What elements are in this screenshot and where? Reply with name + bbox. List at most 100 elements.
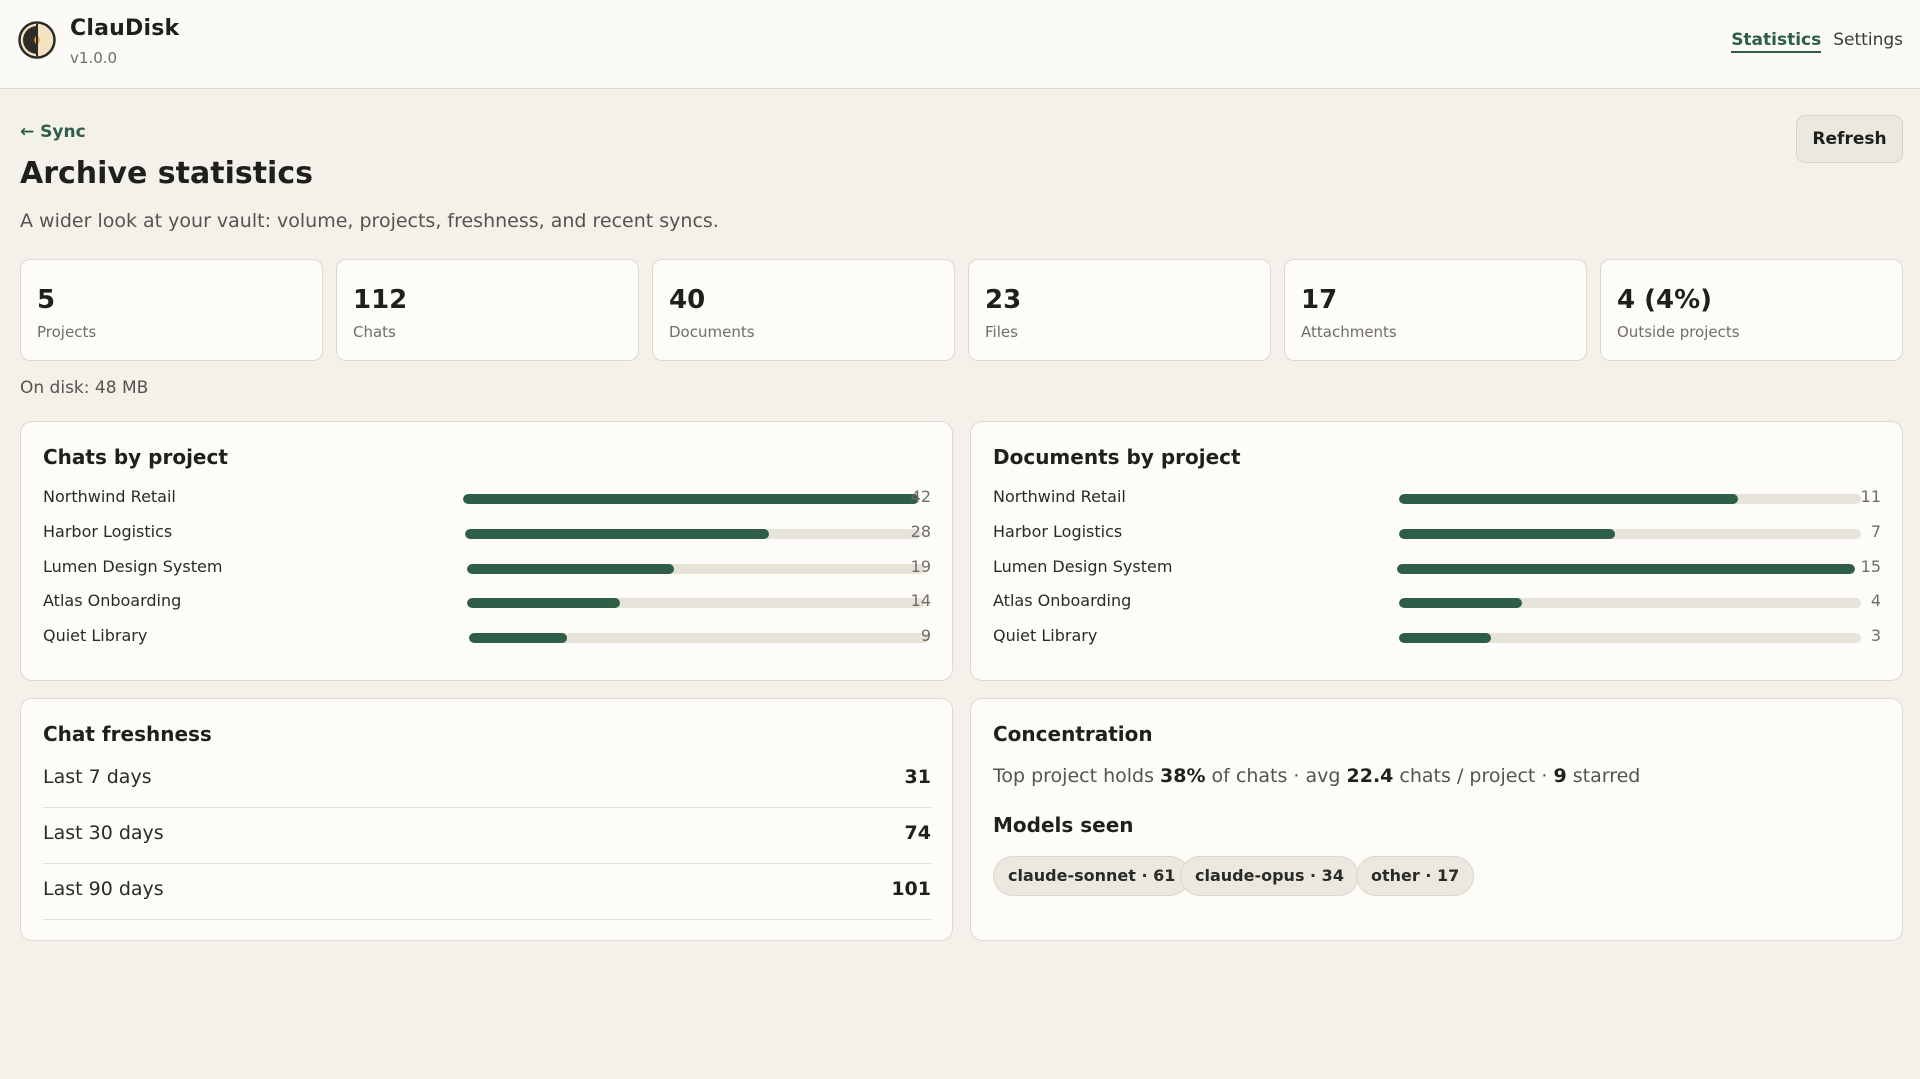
app-name: ClauDisk [70,16,180,41]
stat-card-documents: 40 Documents [652,259,955,361]
stat-label: Projects [37,323,97,341]
project-count: 11 [1860,487,1881,506]
project-name: Northwind Retail [993,487,1126,506]
project-bar-row: Harbor Logistics 28 [43,522,953,546]
bar-track [467,598,925,608]
top-nav: Statistics Settings [1731,30,1903,53]
project-count: 14 [910,591,931,610]
bar-fill [467,564,675,574]
documents-by-project-panel: Documents by project Northwind Retail 11… [970,421,1903,681]
project-name: Quiet Library [993,626,1098,645]
freshness-label: Last 90 days [43,878,164,900]
bar-fill [469,633,568,643]
project-count: 42 [910,487,931,506]
project-name: Quiet Library [43,626,148,645]
freshness-value: 74 [904,822,931,844]
project-count: 9 [920,626,931,645]
bar-track [1399,598,1861,608]
top-bar: ClauDisk v1.0.0 Statistics Settings [0,0,1920,89]
project-bar-row: Northwind Retail 42 [43,487,953,511]
project-count: 19 [910,557,931,576]
chats-by-project-panel: Chats by project Northwind Retail 42 Har… [20,421,953,681]
bar-fill [1399,598,1523,608]
models-seen-title: Models seen [993,813,1134,837]
project-bar-row: Northwind Retail 11 [993,487,1903,511]
bar-track [469,633,929,643]
top-project-share: 38% [1160,765,1206,787]
freshness-value: 31 [904,766,931,788]
stat-card-projects: 5 Projects [20,259,323,361]
bar-track [465,529,921,539]
project-name: Northwind Retail [43,487,176,506]
freshness-row: Last 30 days 74 [43,808,931,864]
summary-text: Top project holds [993,765,1161,787]
disk-usage: On disk: 48 MB [20,378,149,398]
concentration-summary: Top project holds 38% of chats · avg 22.… [993,765,1640,787]
project-name: Lumen Design System [993,557,1173,576]
freshness-row: Last 90 days 101 [43,864,931,920]
project-bar-row: Quiet Library 3 [993,626,1903,650]
bar-track [467,564,925,574]
back-to-sync-link[interactable]: ← Sync [20,122,86,142]
stat-card-files: 23 Files [968,259,1271,361]
freshness-label: Last 7 days [43,766,152,788]
stat-value: 5 [37,285,56,315]
project-name: Harbor Logistics [43,522,173,541]
model-chip: claude-opus · 34 [1180,856,1359,896]
chat-freshness-panel: Chat freshness Last 7 days 31 Last 30 da… [20,698,953,941]
bar-track [1397,564,1855,574]
freshness-row: Last 7 days 31 [43,752,931,808]
bar-track [1399,494,1861,504]
bar-fill [1399,529,1615,539]
project-count: 15 [1860,557,1881,576]
model-chip: other · 17 [1356,856,1475,896]
project-bar-row: Atlas Onboarding 4 [993,591,1903,615]
project-name: Lumen Design System [43,557,223,576]
stat-value: 112 [353,285,408,315]
summary-text: chats / project · [1393,765,1554,787]
project-bar-row: Lumen Design System 15 [993,557,1903,581]
stat-card-chats: 112 Chats [336,259,639,361]
panel-title: Documents by project [993,445,1241,469]
app-logo-icon [18,21,56,59]
project-bar-row: Harbor Logistics 7 [993,522,1903,546]
panel-title: Chat freshness [43,722,212,746]
bar-fill [1399,633,1492,643]
project-count: 28 [910,522,931,541]
stat-label: Attachments [1301,323,1397,341]
stat-label: Documents [669,323,755,341]
bar-fill [463,494,919,504]
project-bar-row: Lumen Design System 19 [43,557,953,581]
bar-fill [465,529,770,539]
stat-label: Files [985,323,1018,341]
starred-count: 9 [1553,765,1567,787]
freshness-label: Last 30 days [43,822,164,844]
project-count: 3 [1870,626,1881,645]
summary-text: of chats · avg [1205,765,1347,787]
project-bar-row: Quiet Library 9 [43,626,953,650]
bar-track [1399,529,1861,539]
stat-value: 17 [1301,285,1338,315]
refresh-button[interactable]: Refresh [1796,115,1903,163]
stat-card-outside-projects: 4 (4%) Outside projects [1600,259,1903,361]
panel-title: Chats by project [43,445,228,469]
app-version: v1.0.0 [70,49,118,67]
bar-track [463,494,919,504]
project-bar-row: Atlas Onboarding 14 [43,591,953,615]
stat-card-attachments: 17 Attachments [1284,259,1587,361]
stat-label: Outside projects [1617,323,1740,341]
page-subtitle: A wider look at your vault: volume, proj… [20,210,719,232]
page-title: Archive statistics [20,156,313,191]
project-name: Atlas Onboarding [43,591,182,610]
stat-value: 4 (4%) [1617,285,1713,315]
nav-settings[interactable]: Settings [1833,30,1903,53]
bar-fill [467,598,620,608]
concentration-panel: Concentration Top project holds 38% of c… [970,698,1903,941]
nav-statistics[interactable]: Statistics [1731,30,1822,53]
bar-fill [1397,564,1855,574]
project-count: 4 [1870,591,1881,610]
project-count: 7 [1870,522,1881,541]
bar-track [1399,633,1861,643]
freshness-value: 101 [891,878,931,900]
project-name: Atlas Onboarding [993,591,1132,610]
